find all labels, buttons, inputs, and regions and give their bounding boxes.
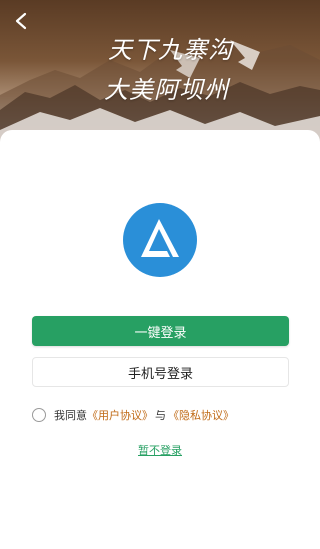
one-click-login-button[interactable]: 一键登录 [32, 316, 289, 346]
one-click-login-label: 一键登录 [134, 325, 187, 341]
phone-login-label: 手机号登录 [127, 366, 193, 382]
user-agreement-link[interactable]: 《用户协议》 [87, 407, 153, 423]
phone-login-button[interactable]: 手机号登录 [32, 357, 289, 387]
agreement-row: 我同意 《用户协议》 与 《隐私协议》 [32, 406, 234, 424]
agreement-prefix: 我同意 [54, 409, 87, 422]
privacy-agreement-link[interactable]: 《隐私协议》 [168, 407, 234, 423]
calligraphy-slogan: 天下九寨沟 大美阿坝州 [0, 0, 320, 140]
slogan-line-2: 大美阿坝州 [104, 76, 229, 104]
agreement-radio[interactable] [32, 408, 46, 422]
agreement-connector: 与 [155, 409, 166, 422]
skip-login-link[interactable]: 暂不登录 [138, 444, 182, 457]
skip-login-row: 暂不登录 [0, 442, 320, 458]
login-card: 一键登录 手机号登录 我同意 《用户协议》 与 《隐私协议》 暂不登录 [0, 130, 320, 549]
slogan-line-1: 天下九寨沟 [108, 36, 233, 64]
app-logo-icon [123, 203, 197, 277]
